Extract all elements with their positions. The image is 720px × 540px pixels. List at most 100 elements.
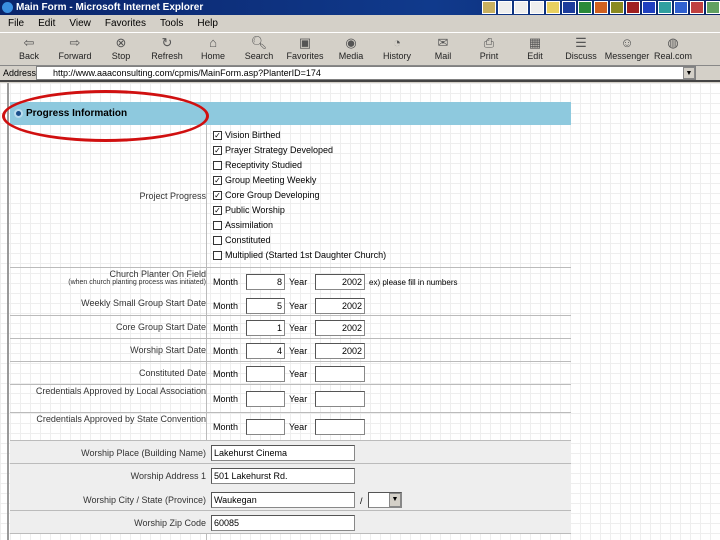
toolbar-label: Forward xyxy=(58,51,92,61)
month-label: Month xyxy=(213,394,239,404)
checkbox-label: Core Group Developing xyxy=(225,190,320,200)
excel-icon[interactable] xyxy=(578,1,592,14)
progress-checkbox-item[interactable]: ✓ Vision Birthed xyxy=(213,130,280,140)
tray-icon[interactable] xyxy=(610,1,624,14)
tray-icon[interactable] xyxy=(706,1,720,14)
tray-icon[interactable] xyxy=(498,1,512,14)
month-input[interactable]: 1 xyxy=(246,319,285,336)
toolbar-stop-button[interactable]: ⊗ Stop xyxy=(98,33,144,65)
month-input[interactable] xyxy=(246,365,285,382)
checkbox-label: Assimilation xyxy=(225,220,274,230)
month-input[interactable] xyxy=(246,391,285,407)
hint-text: ex) please fill in numbers xyxy=(369,278,458,287)
year-input[interactable] xyxy=(315,391,365,407)
field-label: Worship Place (Building Name) xyxy=(81,448,206,458)
state-select[interactable]: ▼ xyxy=(368,492,402,508)
year-input[interactable] xyxy=(315,365,365,382)
toolbar-discuss-button[interactable]: ☰ Discuss xyxy=(558,33,604,65)
toolbar-print-button[interactable]: ⎙ Print xyxy=(466,33,512,65)
separator: / xyxy=(360,496,363,506)
menu-file[interactable]: File xyxy=(8,15,24,32)
history-icon: ◔ xyxy=(393,35,401,50)
menu-edit[interactable]: Edit xyxy=(38,15,55,32)
progress-checkbox-item[interactable]: Multiplied (Started 1st Daughter Church) xyxy=(213,250,386,260)
progress-checkbox-item[interactable]: ✓ Core Group Developing xyxy=(213,190,320,200)
progress-checkbox-item[interactable]: Assimilation xyxy=(213,220,273,230)
menu-favorites[interactable]: Favorites xyxy=(105,15,146,32)
worship-city-input[interactable]: Waukegan xyxy=(211,492,355,508)
toolbar-messenger-button[interactable]: ☺ Messenger xyxy=(604,33,650,65)
menu-tools[interactable]: Tools xyxy=(160,15,183,32)
toolbar-search-button[interactable]: 🔍︎ Search xyxy=(236,33,282,65)
month-label: Month xyxy=(213,277,239,287)
checkbox[interactable] xyxy=(213,220,222,230)
month-label: Month xyxy=(213,322,239,333)
checkbox[interactable]: ✓ xyxy=(213,145,222,155)
checkbox[interactable]: ✓ xyxy=(213,175,222,185)
progress-checkbox-item[interactable]: ✓ Public Worship xyxy=(213,205,285,215)
toolbar-label: Real.com xyxy=(653,51,692,61)
year-input[interactable] xyxy=(315,419,365,435)
powerpoint-icon[interactable] xyxy=(594,1,608,14)
ie-icon[interactable] xyxy=(658,1,672,14)
worship-zip-input[interactable]: 60085 xyxy=(211,515,355,531)
checkbox[interactable] xyxy=(213,250,222,260)
checkbox[interactable]: ✓ xyxy=(213,190,222,200)
field-label: Weekly Small Group Start Date xyxy=(81,298,206,308)
home-icon: ⌂ xyxy=(209,35,217,50)
toolbar-edit-button[interactable]: ▦ Edit xyxy=(512,33,558,65)
progress-checkbox-item[interactable]: Receptivity Studied xyxy=(213,160,302,170)
checkbox-label: Constituted xyxy=(225,235,271,245)
tray-icon[interactable] xyxy=(690,1,704,14)
address-input[interactable]: http://www.aaaconsulting.com/cpmis/MainF… xyxy=(36,66,696,80)
toolbar-history-button[interactable]: ◔ History xyxy=(374,33,420,65)
progress-checkbox-item[interactable]: Constituted xyxy=(213,235,271,245)
messenger-icon: ☺ xyxy=(620,35,634,50)
toolbar-media-button[interactable]: ◉ Media xyxy=(328,33,374,65)
checkbox[interactable]: ✓ xyxy=(213,130,222,140)
chevron-down-icon[interactable]: ▼ xyxy=(683,67,695,79)
year-input[interactable]: 2002 xyxy=(315,298,365,314)
worship-place-input[interactable]: Lakehurst Cinema xyxy=(211,445,355,461)
tray-icon[interactable] xyxy=(546,1,560,14)
toolbar-refresh-button[interactable]: ↻ Refresh xyxy=(144,33,190,65)
toolbar-label: Back xyxy=(18,51,39,61)
year-label: Year xyxy=(289,368,308,379)
year-label: Year xyxy=(289,301,308,311)
tray-icon[interactable] xyxy=(530,1,544,14)
month-input[interactable]: 5 xyxy=(246,298,285,314)
month-input[interactable]: 4 xyxy=(246,342,285,359)
tray-icon[interactable] xyxy=(642,1,656,14)
menu-view[interactable]: View xyxy=(69,15,91,32)
toolbar-back-button[interactable]: ⇦ Back xyxy=(6,33,52,65)
toolbar-label: Search xyxy=(244,51,274,61)
menu-help[interactable]: Help xyxy=(197,15,218,32)
toolbar-home-button[interactable]: ⌂ Home xyxy=(190,33,236,65)
tray-icon[interactable] xyxy=(514,1,528,14)
toolbar-forward-button[interactable]: ⇨ Forward xyxy=(52,33,98,65)
year-input[interactable]: 2002 xyxy=(315,319,365,336)
progress-checkbox-item[interactable]: ✓ Group Meeting Weekly xyxy=(213,175,316,185)
checkbox[interactable]: ✓ xyxy=(213,205,222,215)
chevron-down-icon[interactable]: ▼ xyxy=(389,493,401,507)
progress-checkbox-item[interactable]: ✓ Prayer Strategy Developed xyxy=(213,145,333,155)
year-input[interactable]: 2002 xyxy=(315,342,365,359)
month-input[interactable]: 8 xyxy=(246,274,285,290)
print-icon: ⎙ xyxy=(483,35,495,50)
toolbar-label: Stop xyxy=(111,51,131,61)
toolbar-label: Media xyxy=(338,51,364,61)
toolbar-mail-button[interactable]: ✉ Mail xyxy=(420,33,466,65)
access-icon[interactable] xyxy=(626,1,640,14)
tray-icon[interactable] xyxy=(482,1,496,14)
address-url: http://www.aaaconsulting.com/cpmis/MainF… xyxy=(53,68,321,78)
year-input[interactable]: 2002 xyxy=(315,274,365,290)
tray-icon[interactable] xyxy=(674,1,688,14)
checkbox[interactable] xyxy=(213,235,222,245)
word-icon[interactable] xyxy=(562,1,576,14)
checkbox[interactable] xyxy=(213,160,222,170)
discuss-icon: ☰ xyxy=(575,35,587,50)
toolbar-favorites-button[interactable]: ▣ Favorites xyxy=(282,33,328,65)
worship-address-input[interactable]: 501 Lakehurst Rd. xyxy=(211,468,355,484)
toolbar-realcom-button[interactable]: ◍ Real.com xyxy=(650,33,696,65)
month-input[interactable] xyxy=(246,419,285,435)
